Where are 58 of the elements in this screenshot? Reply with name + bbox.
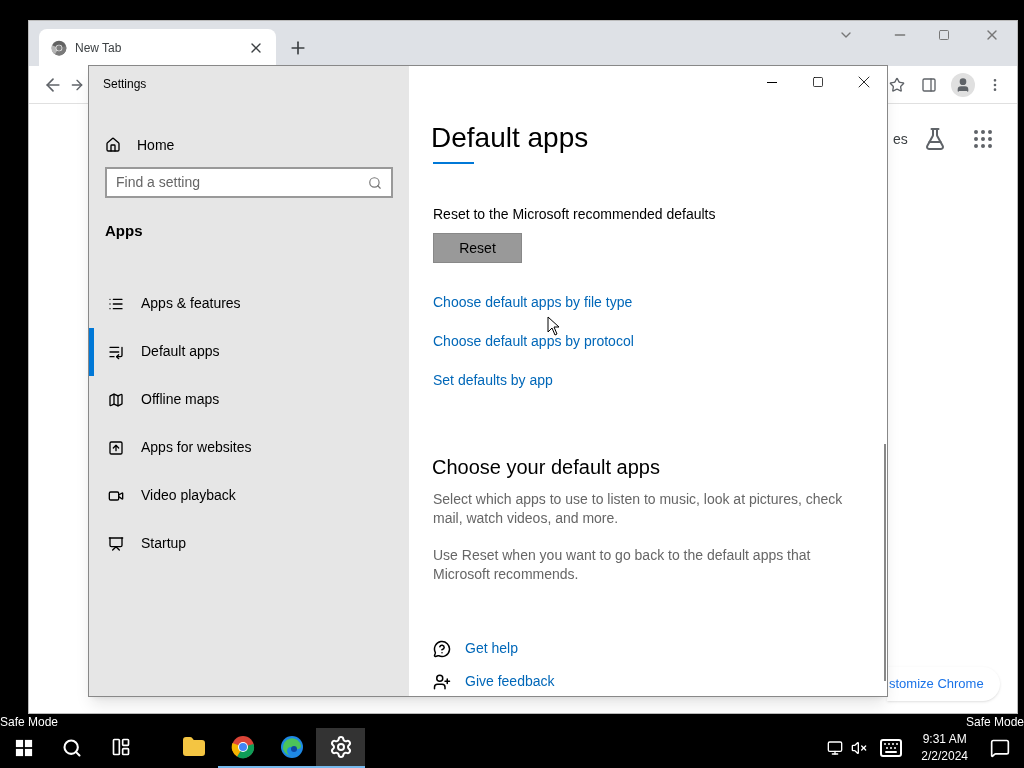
browser-tab[interactable]: New Tab [39,29,276,66]
task-view-icon [110,737,131,757]
heading-underline [433,162,474,164]
browser-logo-icon [279,735,304,759]
clock[interactable]: 9:31 AM 2/2/2024 [913,731,976,765]
browser-logo-icon [51,39,67,56]
section-heading: Choose your default apps [432,455,661,480]
maximize-icon[interactable] [938,29,950,41]
mouse-pointer-icon [547,316,561,336]
nav-item[interactable]: Apps for websites [89,423,409,472]
question-bubble-icon [433,639,451,658]
speaker-muted-icon[interactable] [851,740,868,756]
customize-button[interactable]: stomize Chrome [887,667,1000,701]
nav-item[interactable]: Video playback [89,471,409,520]
help-link[interactable]: Get help [465,638,518,659]
person-icon [433,672,451,691]
nav-icon [108,535,124,552]
section-title: Apps [105,221,144,241]
reset-button[interactable]: Reset [433,233,522,263]
windows-logo-icon [15,739,33,757]
flask-icon[interactable] [923,127,947,151]
description: Select which apps to use to listen to music, look at pictures, check mail, watch videos, and more. [433,490,844,528]
nav-item[interactable]: Apps & features [89,279,409,328]
link[interactable]: Choose default apps by protocol [433,332,634,351]
link[interactable]: Choose default apps by file type [433,293,633,312]
home-item[interactable]: Home [105,133,409,157]
nav-item[interactable]: Startup [89,519,409,568]
help-link[interactable]: Give feedback [465,671,555,692]
description: Use Reset when you want to go back to the default apps that Microsoft recommends. [433,546,812,584]
page-heading: Default apps [431,121,590,155]
shortcut-label: es [893,130,908,149]
tab-title: New Tab [75,39,123,57]
side-panel-icon[interactable] [921,76,937,93]
keyboard-icon[interactable] [879,736,904,760]
window-title: Settings [103,76,148,93]
safe-mode-watermark: Safe Mode [965,716,1024,728]
safe-mode-watermark: Safe Mode [0,716,59,728]
star-icon[interactable] [889,76,905,93]
nav-icon [108,439,124,456]
link[interactable]: Set defaults by app [433,371,553,390]
minimize-icon [767,81,777,83]
notification-icon[interactable] [990,738,1010,758]
search-input[interactable]: Find a setting [116,172,368,193]
search-icon [62,738,82,758]
nav-icon [108,391,124,408]
maximize-icon [812,76,824,88]
profile-avatar[interactable] [951,72,975,97]
search-field[interactable]: Find a setting [105,167,393,198]
taskbar-app[interactable] [316,728,365,768]
network-icon[interactable] [827,740,844,756]
folder-icon [181,735,206,759]
apps-grid-icon[interactable] [971,127,995,151]
gear-icon [328,735,353,759]
home-icon [105,137,121,153]
browser-logo-icon [230,735,255,759]
nav-item[interactable]: Offline maps [89,375,409,424]
reset-label: Reset to the Microsoft recommended defaults [433,205,717,224]
search-icon [368,175,382,190]
